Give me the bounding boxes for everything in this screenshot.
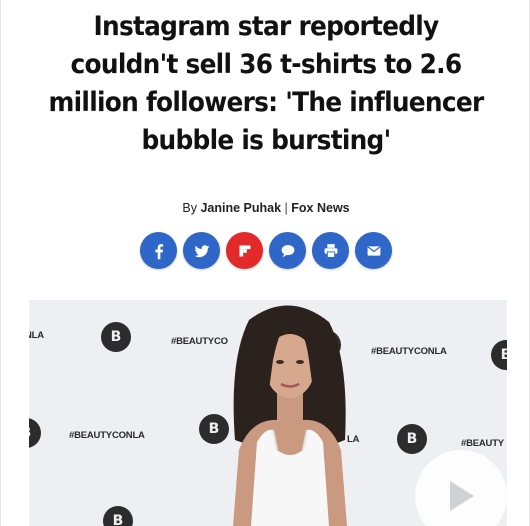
- facebook-share-button[interactable]: [140, 232, 177, 269]
- backdrop-text: #BEAUTY: [461, 438, 504, 449]
- share-bar: [1, 232, 530, 272]
- article-headline: Instagram star reportedly couldn't sell …: [48, 11, 485, 156]
- email-share-button[interactable]: [355, 232, 392, 269]
- person-figure: [233, 305, 347, 526]
- outlet-link[interactable]: Fox News: [291, 201, 349, 215]
- backdrop-text: #BEAUTYCONLA: [69, 430, 145, 441]
- byline-prefix: By: [182, 201, 197, 215]
- article-hero-image[interactable]: NLA B #BEAUTYCO B #BEAUTYCONLA B B #BEAU…: [29, 300, 507, 526]
- beautycon-logo: B: [397, 424, 427, 454]
- comment-icon: [281, 244, 294, 257]
- twitter-icon: [194, 244, 209, 257]
- twitter-share-button[interactable]: [183, 232, 220, 269]
- email-icon: [367, 245, 380, 256]
- beautycon-logo: B: [103, 506, 133, 526]
- byline-separator: |: [284, 201, 288, 215]
- author-link[interactable]: Janine Puhak: [200, 201, 281, 215]
- beautycon-logo: B: [101, 322, 131, 352]
- comment-button[interactable]: [269, 232, 306, 269]
- facebook-icon: [154, 243, 163, 259]
- video-play-button[interactable]: [415, 450, 507, 526]
- play-icon: [450, 481, 474, 511]
- flipboard-icon: [239, 245, 250, 256]
- backdrop-text: NLA: [29, 330, 44, 341]
- print-icon: [324, 243, 337, 258]
- beautycon-logo: B: [491, 340, 507, 370]
- beautycon-logo: B: [29, 418, 41, 448]
- print-button[interactable]: [312, 232, 349, 269]
- byline: By Janine Puhak | Fox News: [1, 201, 530, 215]
- article-card: Instagram star reportedly couldn't sell …: [0, 0, 530, 526]
- flipboard-share-button[interactable]: [226, 232, 263, 269]
